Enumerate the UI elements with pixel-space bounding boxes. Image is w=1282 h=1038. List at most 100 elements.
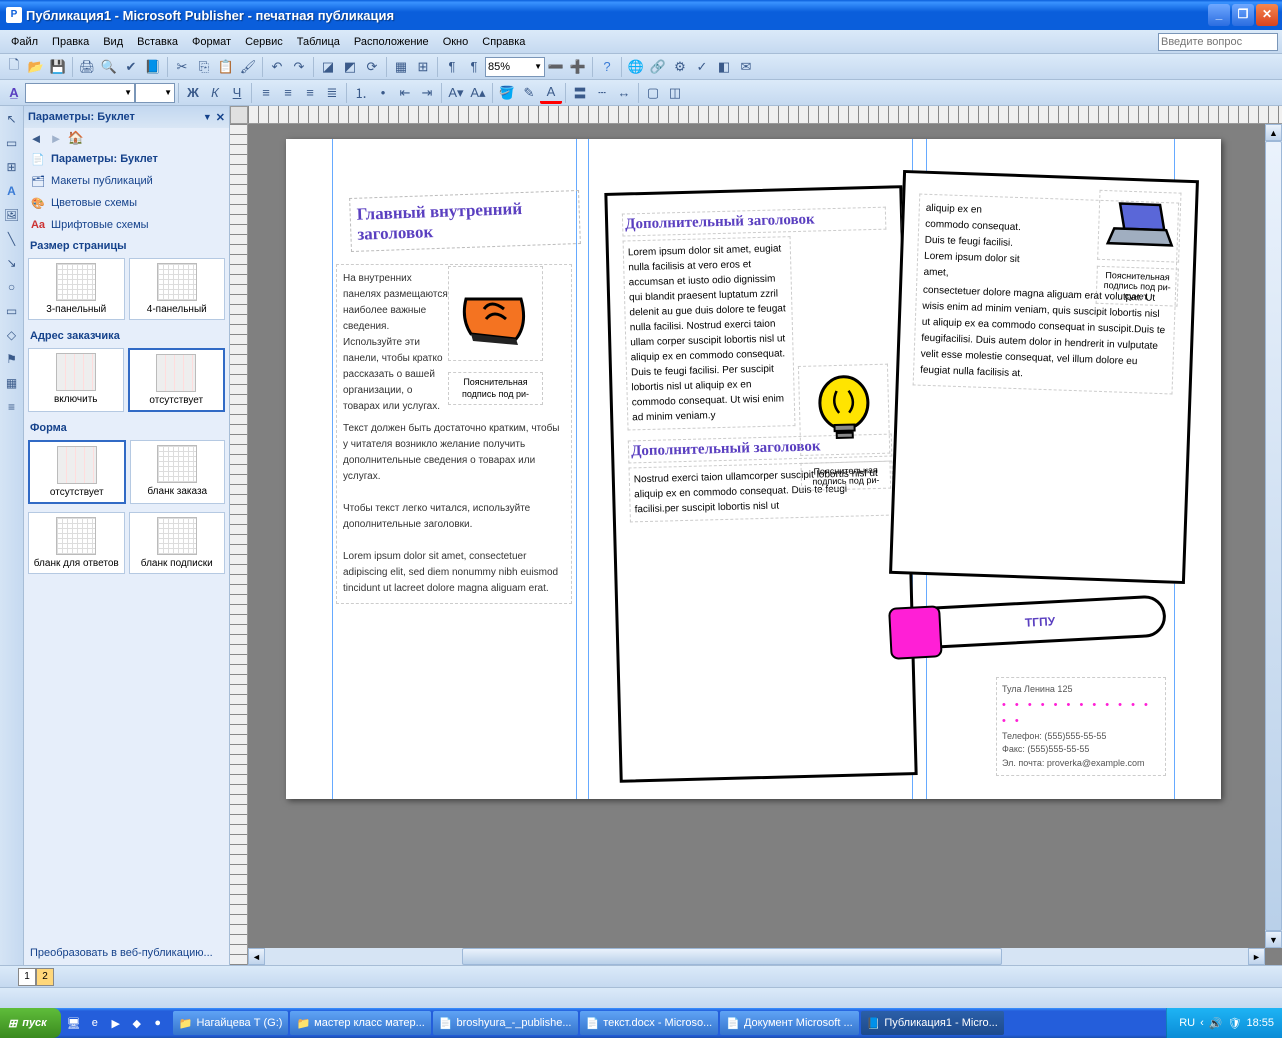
page-spread[interactable]: Главный внутренний заголовок Пояснительн… — [286, 139, 1221, 799]
taskpane-home-button[interactable]: 🏠 — [68, 130, 84, 146]
thumb-form-signup[interactable]: бланк подписки — [129, 512, 226, 574]
autoshapes-tool[interactable]: ◇ — [2, 325, 22, 345]
align-right-button[interactable]: ≡ — [299, 82, 321, 104]
taskpane-close-button[interactable]: ✕ — [216, 111, 225, 124]
increase-indent-button[interactable]: ⇥ — [416, 82, 438, 104]
align-center-button[interactable]: ≡ — [277, 82, 299, 104]
tray-clock[interactable]: 18:55 — [1246, 1017, 1274, 1029]
ql-app2-icon[interactable]: ● — [149, 1014, 167, 1032]
link-font-schemes[interactable]: AaШрифтовые схемы — [24, 214, 229, 236]
taskbar-item-word3[interactable]: 📄Документ Microsoft ... — [720, 1011, 858, 1035]
scroll-up-button[interactable]: ▲ — [1265, 124, 1282, 141]
justify-button[interactable]: ≣ — [321, 82, 343, 104]
table-tool[interactable]: ⊞ — [2, 157, 22, 177]
tray-volume-icon[interactable]: 🔊 — [1209, 1017, 1223, 1030]
bookmark-tool[interactable]: ⚑ — [2, 349, 22, 369]
menu-format[interactable]: Формат — [185, 33, 238, 51]
webtools-button[interactable]: ⚙ — [669, 56, 691, 78]
panel2-caption[interactable]: Пояснительная подпись под ри- — [800, 461, 891, 491]
increase-font-button[interactable]: A▴ — [467, 82, 489, 104]
panel1-heading[interactable]: Главный внутренний заголовок — [349, 190, 581, 252]
scroll-left-button[interactable]: ◄ — [248, 948, 265, 965]
lang-indicator[interactable]: RU — [1179, 1017, 1195, 1029]
zoom-in-button[interactable]: ➕ — [567, 56, 589, 78]
save-button[interactable]: 💾 — [47, 56, 69, 78]
web-preview-button[interactable]: 🌐 — [625, 56, 647, 78]
underline-button[interactable]: Ч — [226, 82, 248, 104]
picture-frame-tool[interactable]: 🖼 — [2, 205, 22, 225]
format-painter-button[interactable]: 🖌 — [237, 56, 259, 78]
thumb-form-none[interactable]: отсутствует — [28, 440, 126, 504]
design-gallery-tool[interactable]: ▦ — [2, 373, 22, 393]
menu-tools[interactable]: Сервис — [238, 33, 290, 51]
3d-button[interactable]: ◫ — [664, 82, 686, 104]
font-color-button[interactable]: A — [540, 82, 562, 104]
paste-button[interactable]: 📋 — [215, 56, 237, 78]
page-2-tab[interactable]: 2 — [36, 968, 54, 986]
panel2-heading1[interactable]: Дополнительный заголовок — [622, 207, 887, 237]
rect-tool[interactable]: ▭ — [2, 301, 22, 321]
decrease-indent-button[interactable]: ⇤ — [394, 82, 416, 104]
line-style-button[interactable]: 〓 — [569, 82, 591, 104]
styles-button[interactable]: A̲ — [3, 82, 25, 104]
horizontal-ruler[interactable] — [248, 106, 1282, 124]
address-block[interactable]: Тула Ленина 125 • • • • • • • • • • • • … — [996, 677, 1166, 776]
undo-button[interactable]: ↶ — [266, 56, 288, 78]
zoom-out-button[interactable]: ➖ — [545, 56, 567, 78]
fill-color-button[interactable]: 🪣 — [496, 82, 518, 104]
spelling-button[interactable]: ✔ — [120, 56, 142, 78]
new-button[interactable]: 🗋 — [3, 56, 25, 78]
hscroll-thumb[interactable] — [462, 948, 1003, 965]
horizontal-scrollbar[interactable]: ◄ ► — [248, 948, 1265, 965]
ask-question-box[interactable] — [1158, 33, 1278, 51]
columns-button[interactable]: ▦ — [390, 56, 412, 78]
thumb-addr-include[interactable]: включить — [28, 348, 124, 412]
panel3-text[interactable]: aliquip ex en commodo consequat. Duis te… — [913, 194, 1180, 395]
link-booklet-params[interactable]: 📄Параметры: Буклет — [24, 148, 229, 170]
shadow-button[interactable]: ▢ — [642, 82, 664, 104]
thumb-addr-none[interactable]: отсутствует — [128, 348, 226, 412]
numbered-list-button[interactable]: ⒈ — [350, 82, 372, 104]
bring-front-button[interactable]: ◪ — [317, 56, 339, 78]
vertical-ruler[interactable] — [230, 124, 248, 965]
font-combo[interactable]: ▼ — [25, 83, 135, 103]
taskbar-item-word2[interactable]: 📄текст.docx - Microso... — [580, 1011, 719, 1035]
ql-media-icon[interactable]: ▶ — [107, 1014, 125, 1032]
taskbar-item-folder[interactable]: 📁мастер класс матер... — [290, 1011, 430, 1035]
panel2-clipart-bulb[interactable] — [798, 364, 890, 456]
content-library-tool[interactable]: ≡ — [2, 397, 22, 417]
panel2-frame[interactable]: Дополнительный заголовок Lorem ipsum dol… — [604, 185, 917, 783]
dash-style-button[interactable]: ┄ — [591, 82, 613, 104]
select-tool[interactable]: ↖ — [2, 109, 22, 129]
menu-arrange[interactable]: Расположение — [347, 33, 436, 51]
oval-tool[interactable]: ○ — [2, 277, 22, 297]
print-preview-button[interactable]: 🔍 — [98, 56, 120, 78]
ql-app1-icon[interactable]: ◆ — [128, 1014, 146, 1032]
rotate-button[interactable]: ⟳ — [361, 56, 383, 78]
print-button[interactable]: 🖨 — [76, 56, 98, 78]
taskpane-back-button[interactable]: ◄ — [28, 130, 44, 146]
fontsize-combo[interactable]: ▼ — [135, 83, 175, 103]
ql-desktop-icon[interactable]: 🖥 — [65, 1014, 83, 1032]
cut-button[interactable]: ✂ — [171, 56, 193, 78]
panel1-bodytext[interactable]: На внутренних панелях размещаются наибол… — [336, 264, 572, 604]
tray-chevron-icon[interactable]: ‹ — [1200, 1017, 1204, 1029]
open-button[interactable]: 📂 — [25, 56, 47, 78]
arrow-tool[interactable]: ↘ — [2, 253, 22, 273]
org-name-bubble[interactable]: ТГПУ — [913, 594, 1167, 649]
copy-button[interactable]: ⎘ — [193, 56, 215, 78]
thumb-form-order[interactable]: бланк заказа — [130, 440, 226, 504]
line-tool[interactable]: ╲ — [2, 229, 22, 249]
redo-button[interactable]: ↷ — [288, 56, 310, 78]
decrease-font-button[interactable]: A▾ — [445, 82, 467, 104]
close-button[interactable]: ✕ — [1256, 4, 1278, 26]
thumb-form-reply[interactable]: бланк для ответов — [28, 512, 125, 574]
italic-button[interactable]: К — [204, 82, 226, 104]
thumb-4panel[interactable]: 4-панельный — [129, 258, 226, 320]
bold-button[interactable]: Ж — [182, 82, 204, 104]
special-chars-button[interactable]: ¶ — [463, 56, 485, 78]
taskpane-forward-button[interactable]: ► — [48, 130, 64, 146]
send-back-button[interactable]: ◩ — [339, 56, 361, 78]
insert-table-button[interactable]: ⊞ — [412, 56, 434, 78]
menu-insert[interactable]: Вставка — [130, 33, 185, 51]
